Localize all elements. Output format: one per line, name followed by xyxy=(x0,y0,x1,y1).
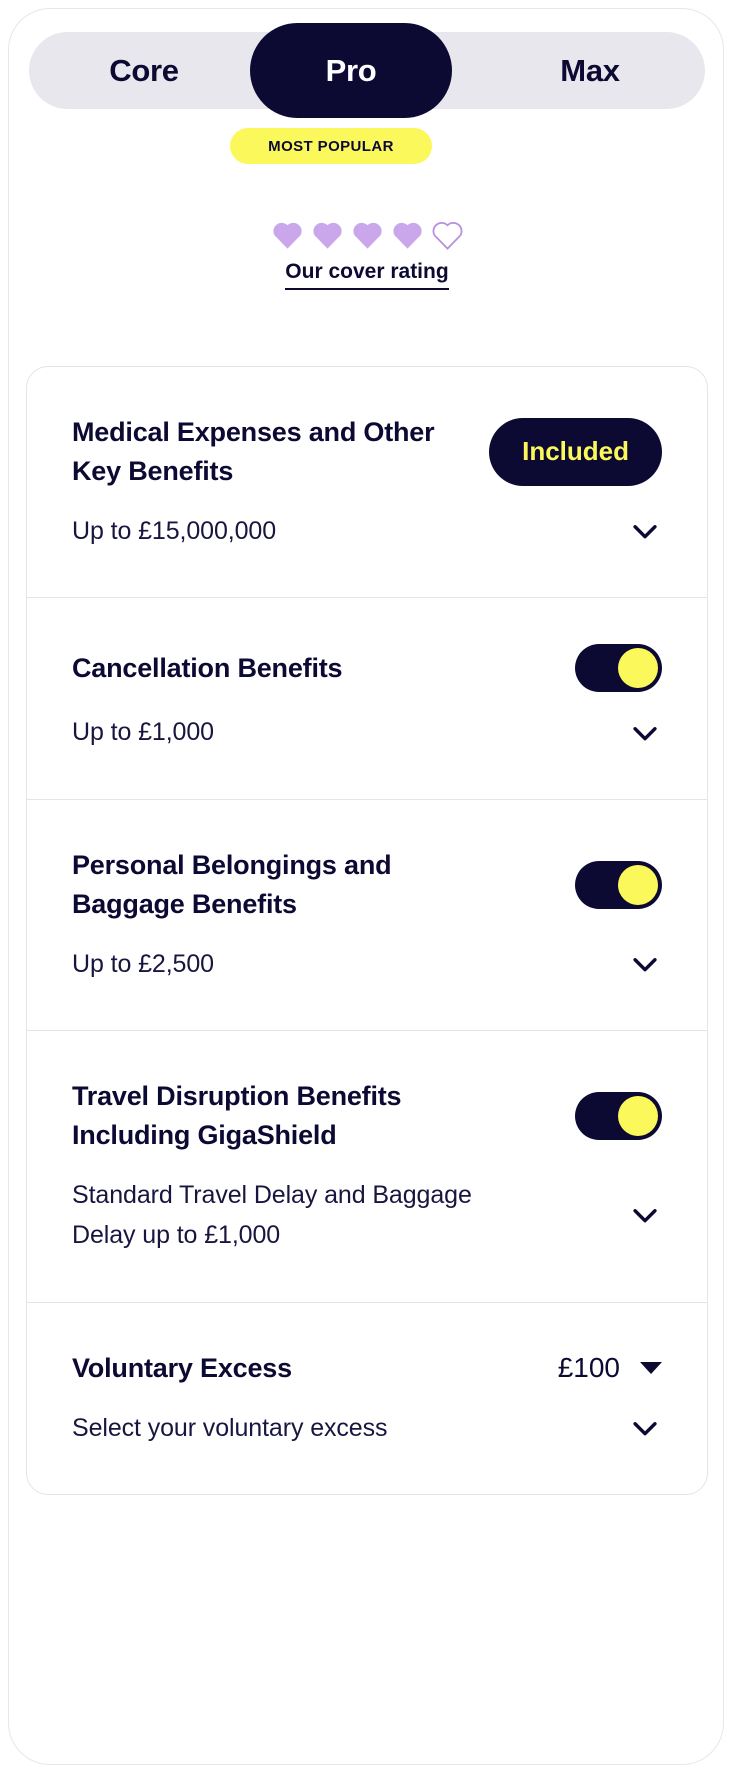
tier-tab-max[interactable]: Max xyxy=(483,32,697,109)
benefit-footer: Select your voluntary excess xyxy=(72,1388,662,1494)
most-popular-badge-label: MOST POPULAR xyxy=(268,137,394,155)
chevron-down-icon[interactable] xyxy=(628,514,662,548)
benefit-header: Medical Expenses and Other Key Benefits … xyxy=(72,367,662,491)
toggle-knob xyxy=(618,864,658,905)
benefit-row-personal-belongings: Personal Belongings and Baggage Benefits… xyxy=(27,798,707,1031)
benefit-title: Cancellation Benefits xyxy=(72,652,343,683)
benefit-subtitle: Up to £2,500 xyxy=(72,949,214,978)
plan-selector-screen: Core Pro Max MOST POPULAR Our cover rati… xyxy=(0,0,732,1773)
toggle-knob xyxy=(618,1095,658,1136)
benefit-footer: Up to £1,000 xyxy=(72,692,662,799)
cover-rating: Our cover rating xyxy=(9,217,723,290)
toggle-knob xyxy=(618,648,658,689)
heart-icon-filled-3 xyxy=(352,222,382,249)
benefit-row-medical-expenses: Medical Expenses and Other Key Benefits … xyxy=(27,367,707,597)
included-badge[interactable]: Included xyxy=(489,417,662,486)
benefit-row-travel-disruption: Travel Disruption Benefits Including Gig… xyxy=(27,1030,707,1302)
chevron-down-icon[interactable] xyxy=(628,716,662,750)
benefit-header: Voluntary Excess £100 xyxy=(72,1303,662,1388)
cover-rating-label[interactable]: Our cover rating xyxy=(285,260,449,290)
heart-icon-filled-1 xyxy=(272,222,302,249)
caret-down-icon xyxy=(640,1362,662,1375)
benefit-header: Personal Belongings and Baggage Benefits xyxy=(72,800,662,924)
benefit-header: Travel Disruption Benefits Including Gig… xyxy=(72,1031,662,1155)
tier-selector: Core Pro Max xyxy=(29,23,705,118)
benefit-title: Medical Expenses and Other Key Benefits xyxy=(72,417,435,486)
tier-tab-core-label: Core xyxy=(109,52,179,88)
included-badge-label: Included xyxy=(522,436,629,467)
benefit-footer: Standard Travel Delay and Baggage Delay … xyxy=(72,1155,662,1302)
cover-rating-hearts xyxy=(271,217,464,251)
chevron-down-icon[interactable] xyxy=(628,1411,662,1445)
voluntary-excess-subtitle: Select your voluntary excess xyxy=(72,1413,388,1442)
voluntary-excess-title: Voluntary Excess xyxy=(72,1352,292,1383)
benefit-row-cancellation: Cancellation Benefits Up to £1,000 xyxy=(27,597,707,799)
tier-tab-max-label: Max xyxy=(560,52,620,88)
benefit-toggle-travel-disruption[interactable] xyxy=(575,1091,662,1140)
benefit-toggle-cancellation[interactable] xyxy=(575,644,662,693)
benefit-header: Cancellation Benefits xyxy=(72,598,662,693)
benefit-row-voluntary-excess: Voluntary Excess £100 Select your volunt… xyxy=(27,1301,707,1494)
benefit-title: Personal Belongings and Baggage Benefits xyxy=(72,849,392,919)
benefits-list: Medical Expenses and Other Key Benefits … xyxy=(26,366,708,1496)
benefit-title: Travel Disruption Benefits Including Gig… xyxy=(72,1081,402,1150)
heart-icon-filled-4 xyxy=(392,222,422,249)
benefit-toggle-personal-belongings[interactable] xyxy=(575,860,662,909)
voluntary-excess-value: £100 xyxy=(557,1352,620,1384)
tier-tab-pro[interactable]: Pro xyxy=(250,23,452,118)
chevron-down-icon[interactable] xyxy=(628,1198,662,1232)
benefit-footer: Up to £15,000,000 xyxy=(72,491,662,598)
benefit-subtitle: Up to £1,000 xyxy=(72,718,214,747)
heart-icon-filled-2 xyxy=(312,222,342,249)
tier-tab-pro-label: Pro xyxy=(325,52,377,88)
benefit-subtitle: Standard Travel Delay and Baggage Delay … xyxy=(72,1180,472,1250)
tier-tab-core[interactable]: Core xyxy=(37,32,251,109)
heart-icon-empty-5 xyxy=(432,221,462,250)
plan-card: Core Pro Max MOST POPULAR Our cover rati… xyxy=(8,8,724,1765)
most-popular-badge: MOST POPULAR xyxy=(230,128,432,164)
benefit-footer: Up to £2,500 xyxy=(72,924,662,1031)
voluntary-excess-select[interactable]: £100 xyxy=(558,1352,662,1384)
chevron-down-icon[interactable] xyxy=(628,947,662,981)
benefit-subtitle: Up to £15,000,000 xyxy=(72,516,277,545)
